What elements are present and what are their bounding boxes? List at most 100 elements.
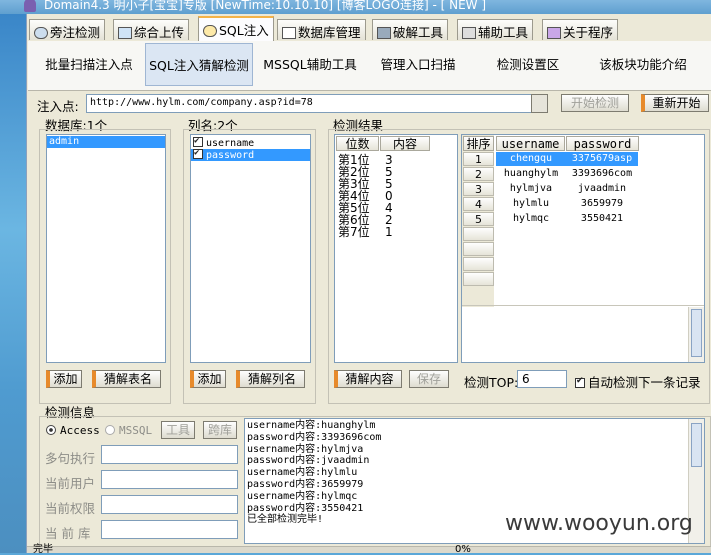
position-row[interactable]: 第7位 1 (338, 225, 393, 239)
row-number (463, 257, 494, 271)
empty-row[interactable] (463, 227, 703, 242)
scroll-thumb[interactable] (691, 309, 702, 357)
checkbox[interactable] (193, 135, 203, 147)
cols-add-button[interactable]: 添加 (190, 370, 226, 388)
log-line: username内容:hylmqc (247, 490, 358, 502)
col-item-username[interactable]: username (191, 135, 310, 149)
tab-about[interactable]: 关于程序 (542, 19, 619, 40)
username-cell: chengqu (496, 152, 566, 166)
save-button[interactable]: 保存 (409, 370, 449, 388)
mssql-radio[interactable] (105, 425, 115, 435)
username-cell: hylmjva (509, 183, 553, 194)
record-row[interactable]: 4 hylmlu 3659979 (463, 197, 703, 212)
tab-crack-tools[interactable]: 破解工具 (372, 19, 449, 40)
subtab-mssql-tools[interactable]: MSSQL辅助工具 (260, 43, 360, 86)
pos-header[interactable]: 位数 (336, 136, 379, 151)
guess-columns-button[interactable]: 猜解列名 (236, 370, 305, 388)
restart-button[interactable]: 重新开始 (641, 94, 709, 112)
log-lines: username内容:huanghylm password内容:3393696co… (247, 420, 381, 526)
inject-url-field[interactable]: http://www.hylm.com/company.asp?id=78 (86, 94, 548, 113)
subtab-settings[interactable]: 检测设置区 (483, 43, 573, 86)
tab-upload[interactable]: 综合上传 (113, 19, 190, 40)
db-item[interactable]: admin (47, 136, 165, 148)
log-line: password内容:3659979 (247, 478, 364, 490)
status-progress: 0% (455, 544, 471, 555)
auto-detect-option[interactable]: 自动检测下一条记录 (575, 372, 701, 391)
db-add-button[interactable]: 添加 (46, 370, 82, 388)
username-cell: hylmqc (512, 213, 550, 224)
content-header[interactable]: 内容 (380, 136, 430, 151)
col-label: password (206, 150, 255, 161)
auto-detect-checkbox[interactable] (575, 376, 585, 388)
password-cell: jvaadmin (577, 183, 627, 194)
app-icon (24, 0, 36, 12)
access-label: Access (60, 424, 100, 437)
mssql-option[interactable]: MSSQL (105, 424, 152, 437)
guess-content-button[interactable]: 猜解内容 (334, 370, 402, 388)
empty-row[interactable] (463, 272, 703, 287)
subtab-admin-scan[interactable]: 管理入口扫描 (368, 43, 468, 86)
tab-sql-injection[interactable]: SQL注入 (198, 16, 274, 41)
tab-side-injection[interactable]: 旁注检测 (29, 19, 106, 40)
log-line: password内容:jvaadmin (247, 455, 370, 467)
position-label: 第7位 (338, 225, 370, 239)
row-number (463, 242, 494, 256)
row-number: 4 (463, 197, 494, 211)
row-number: 5 (463, 212, 494, 226)
positions-list[interactable]: 位数 内容 第1位 3 第2位 5 第3位 5 第4位 0 第5位 4 第6位 2 第7位 1 (334, 134, 458, 363)
records-table[interactable]: 排序 username password 1 chengqu 3375679asp 2… (461, 134, 705, 363)
access-option[interactable]: Access (46, 424, 100, 437)
username-header[interactable]: username (496, 136, 565, 151)
record-row[interactable]: 2 huanghylm 3393696com (463, 167, 703, 182)
subtab-batch-scan[interactable]: 批量扫描注入点 (34, 43, 144, 86)
scroll-thumb[interactable] (691, 423, 702, 467)
multi-exec-field[interactable] (101, 445, 238, 464)
log-line: password内容:3393696com (247, 431, 382, 443)
current-privilege-label: 当前权限 (45, 501, 96, 516)
log-line: password内容:3550421 (247, 502, 364, 514)
window-title: Domain4.3 明小子[宝宝]专版 [NewTime:10.10.10] [… (44, 0, 487, 12)
record-row[interactable]: 1 chengqu 3375679asp (463, 152, 703, 167)
password-cell: 3659979 (580, 198, 624, 209)
row-number (463, 227, 494, 241)
tab-database-manager[interactable]: 数据库管理 (277, 19, 366, 40)
table-divider (462, 305, 704, 306)
checkbox[interactable] (193, 147, 203, 159)
cross-db-button[interactable]: 跨库 (203, 421, 237, 439)
record-row[interactable]: 3 hylmjva jvaadmin (463, 182, 703, 197)
tab-label: SQL注入 (219, 23, 269, 38)
cols-list[interactable]: username password (190, 134, 311, 363)
subtab-help[interactable]: 该板块功能介绍 (588, 43, 698, 86)
tab-label: 辅助工具 (478, 25, 529, 40)
row-number: 2 (463, 167, 494, 181)
books-icon (547, 27, 561, 39)
title-bar: Domain4.3 明小子[宝宝]专版 [NewTime:10.10.10] [… (0, 0, 711, 14)
username-cell: hylmlu (512, 198, 550, 209)
db-list[interactable]: admin (46, 134, 166, 363)
status-text: 完毕 (33, 544, 53, 555)
tab-helper-tools[interactable]: 辅助工具 (457, 19, 534, 40)
current-user-label: 当前用户 (45, 476, 96, 491)
subtab-sql-guess[interactable]: SQL注入猜解检测 (145, 43, 253, 86)
current-privilege-field[interactable] (101, 495, 238, 514)
empty-row[interactable] (463, 257, 703, 272)
col-item-password[interactable]: password (191, 147, 310, 161)
records-scrollbar[interactable] (688, 307, 704, 362)
current-db-field[interactable] (101, 520, 238, 539)
empty-row[interactable] (463, 242, 703, 257)
guess-tables-button[interactable]: 猜解表名 (92, 370, 161, 388)
records-rows: 1 chengqu 3375679asp 2 huanghylm 3393696com 3 h… (463, 152, 703, 287)
start-detect-button[interactable]: 开始检测 (561, 94, 629, 112)
password-cell: 3550421 (580, 213, 624, 224)
positions-rows: 第1位 3 第2位 5 第3位 5 第4位 0 第5位 4 第6位 2 第7位 1 (338, 154, 393, 239)
tab-label: 数据库管理 (298, 25, 361, 40)
record-row[interactable]: 5 hylmqc 3550421 (463, 212, 703, 227)
current-user-field[interactable] (101, 470, 238, 489)
password-header[interactable]: password (566, 136, 639, 151)
access-radio[interactable] (46, 425, 56, 435)
multi-exec-label: 多句执行 (45, 451, 96, 466)
tools-button[interactable]: 工具 (161, 421, 195, 439)
order-header[interactable]: 排序 (463, 136, 494, 151)
top-input[interactable]: 6 (517, 370, 567, 388)
url-dropdown-button[interactable] (531, 94, 548, 113)
